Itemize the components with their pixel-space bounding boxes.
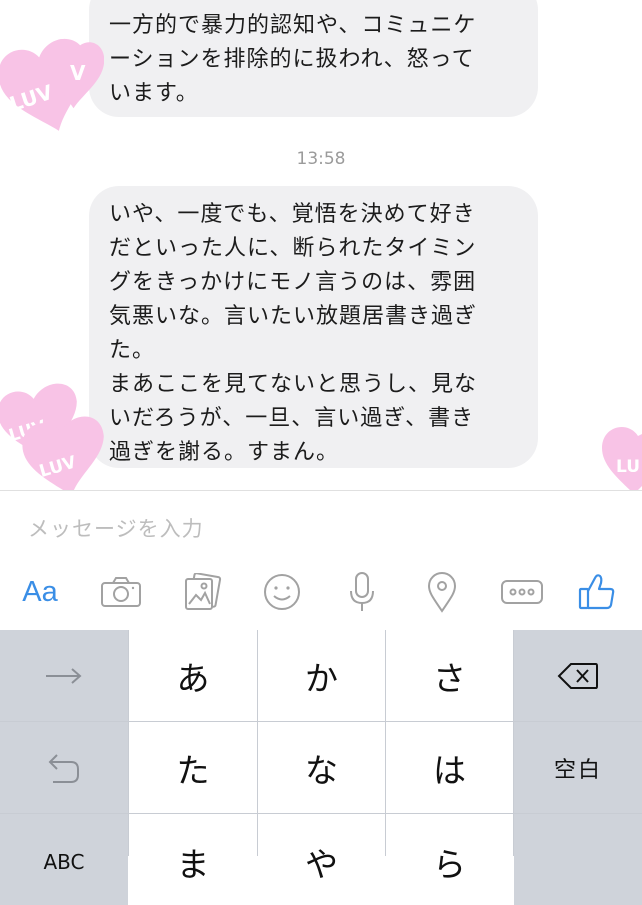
text-format-button[interactable]: Aa xyxy=(13,567,67,617)
delete-key[interactable] xyxy=(514,630,642,721)
text-format-label: Aa xyxy=(22,575,58,608)
message-text: 一方的で暴力的認知や、コミュニケ ーションを排除的に扱われ、怒って います。 xyxy=(109,13,477,106)
message-text: いや、一度でも、覚悟を決めて好き だといった人に、断られたタイミン グをきっかけ… xyxy=(109,202,478,465)
next-candidate-key[interactable] xyxy=(0,630,128,721)
more-options-icon xyxy=(501,580,543,604)
chat-area[interactable]: 一方的で暴力的認知や、コミュニケ ーションを排除的に扱われ、怒って います。 1… xyxy=(0,0,642,490)
more-button[interactable] xyxy=(495,567,549,617)
location-pin-icon xyxy=(427,572,457,613)
voice-button[interactable] xyxy=(335,567,389,617)
key-na[interactable]: な xyxy=(258,722,385,813)
timestamp: 13:58 xyxy=(296,149,346,169)
emoji-button[interactable] xyxy=(255,567,309,617)
camera-button[interactable] xyxy=(94,567,148,617)
location-button[interactable] xyxy=(415,567,469,617)
return-key[interactable] xyxy=(514,814,642,905)
undo-key[interactable] xyxy=(0,722,128,813)
key-ma[interactable]: ま xyxy=(129,814,257,905)
sticker-text: V xyxy=(70,61,86,85)
undo-icon xyxy=(48,753,79,783)
composer-toolbar: Aa xyxy=(0,567,642,617)
key-ha[interactable]: は xyxy=(386,722,513,813)
composer: メッセージを入力 Aa xyxy=(0,490,642,631)
gallery-button[interactable] xyxy=(175,567,229,617)
like-button[interactable] xyxy=(570,567,624,617)
abc-key[interactable]: ABC xyxy=(0,814,128,905)
sticker-text: LU xyxy=(616,457,640,477)
key-sa[interactable]: さ xyxy=(386,630,513,721)
japanese-keyboard: あ か さ た な は 空白 ABC ま や ら xyxy=(0,630,642,905)
luv-heart-sticker: V xyxy=(44,36,104,116)
space-key[interactable]: 空白 xyxy=(514,722,642,813)
message-bubble[interactable]: いや、一度でも、覚悟を決めて好き だといった人に、断られたタイミン グをきっかけ… xyxy=(89,186,538,468)
key-ra[interactable]: ら xyxy=(386,814,513,905)
microphone-icon xyxy=(350,572,374,611)
key-ta[interactable]: た xyxy=(129,722,257,813)
smiley-icon xyxy=(264,574,300,610)
key-a[interactable]: あ xyxy=(129,630,257,721)
right-arrow-icon xyxy=(46,667,82,684)
luv-heart-sticker: LUV xyxy=(20,410,110,490)
message-input[interactable]: メッセージを入力 xyxy=(28,513,204,543)
thumbs-up-icon xyxy=(578,574,615,610)
message-bubble[interactable]: 一方的で暴力的認知や、コミュニケ ーションを排除的に扱われ、怒って います。 xyxy=(89,0,538,117)
luv-heart-sticker: LU xyxy=(598,422,642,490)
photo-gallery-icon xyxy=(185,573,222,610)
key-ya[interactable]: や xyxy=(258,814,385,905)
key-ka[interactable]: か xyxy=(258,630,385,721)
camera-icon xyxy=(101,577,141,607)
backspace-icon xyxy=(557,662,598,689)
